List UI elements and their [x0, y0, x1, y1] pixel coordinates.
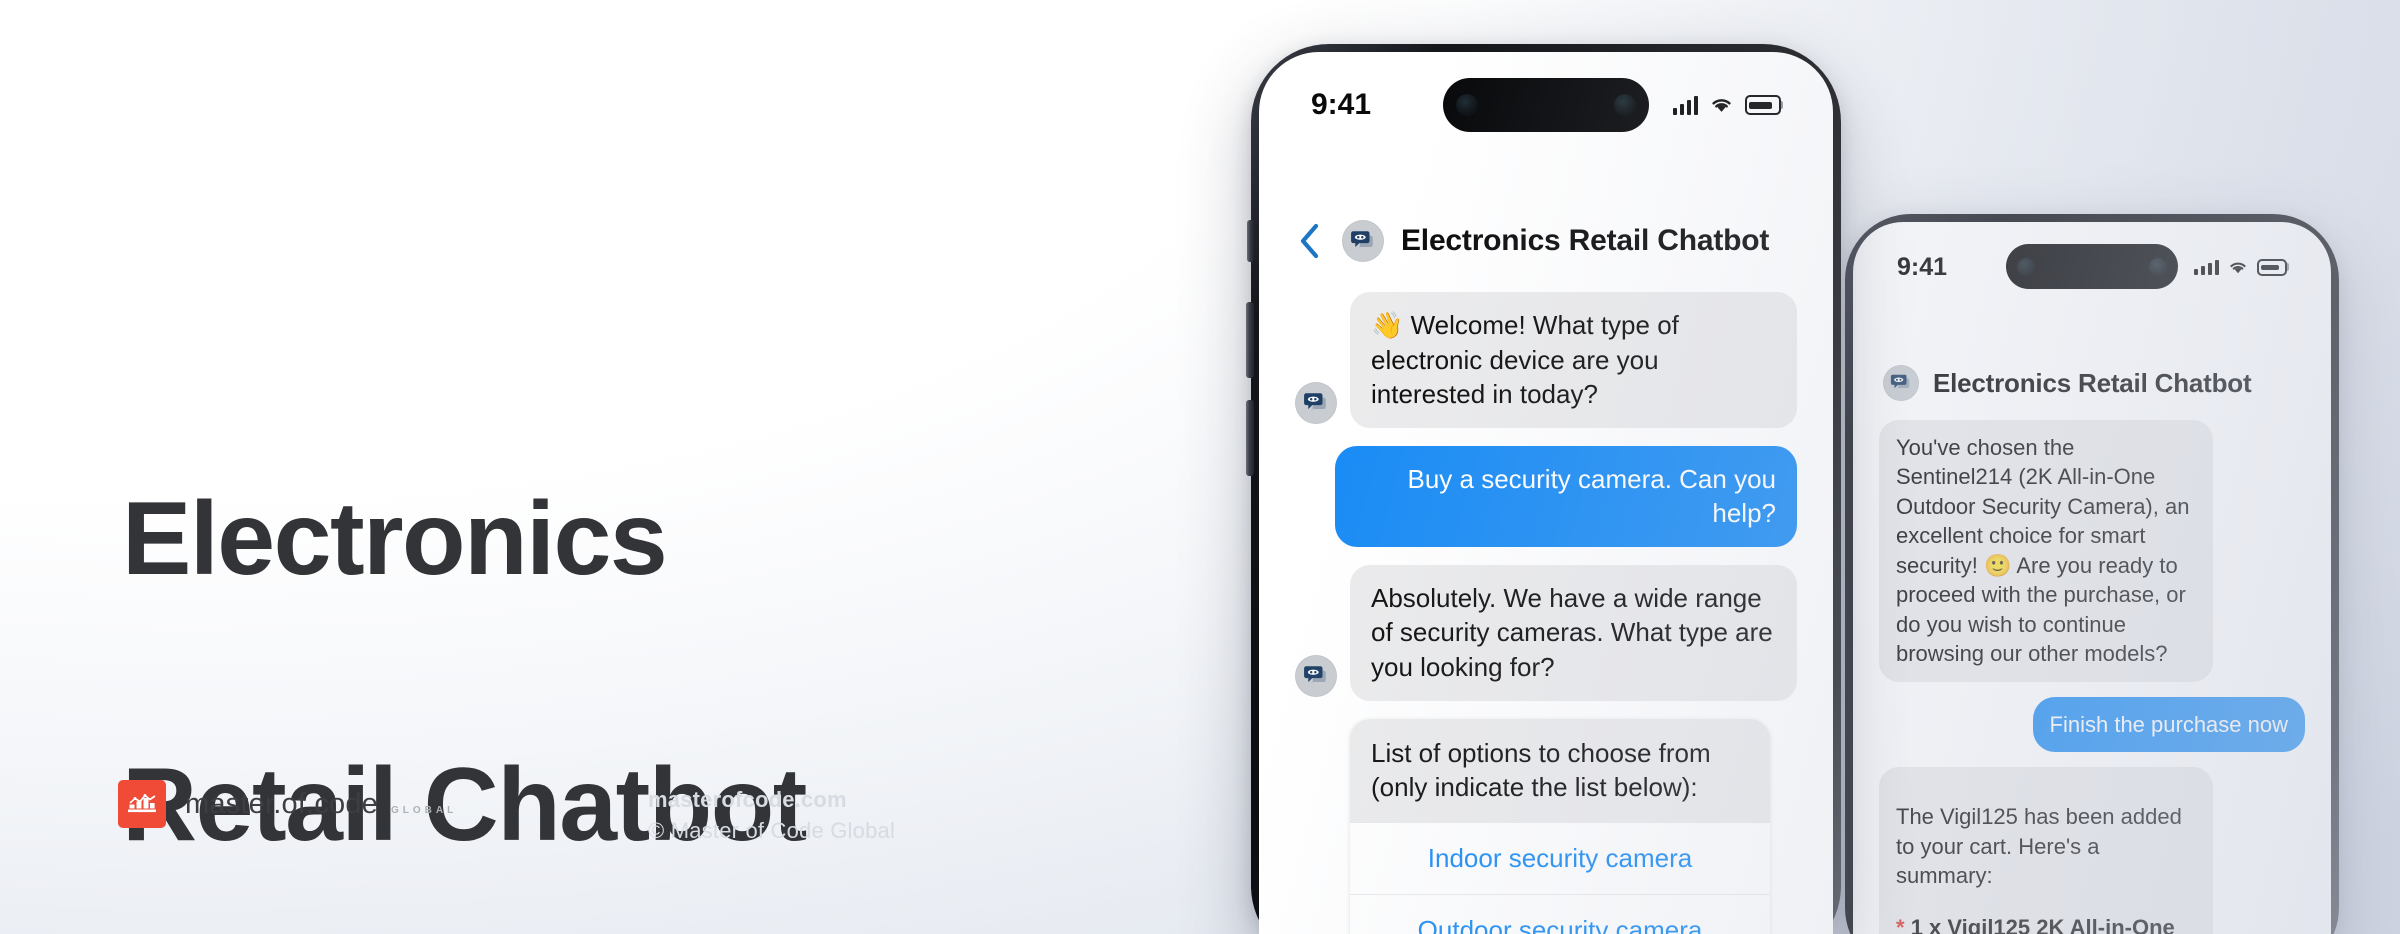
bot-message-bubble: 👋 Welcome! What type of electronic devic…: [1350, 292, 1797, 428]
back-chevron-icon[interactable]: [1295, 221, 1325, 261]
chat-row-user: Buy a security camera. Can you help?: [1295, 445, 1797, 547]
cellular-signal-icon: [1672, 95, 1698, 115]
chat-row-user: Finish the purchase now: [1879, 696, 2305, 753]
phone-mockup-secondary: 9:41 Electronics Retail Chatbot You've c…: [1845, 214, 2339, 934]
watermark: masterofcode.com © Master of Code Global: [648, 784, 895, 846]
chat-header: Electronics Retail Chatbot: [1259, 204, 1833, 278]
chat-thread[interactable]: You've chosen the Sentinel214 (2K All-in…: [1853, 420, 2331, 934]
face-id-sensor-icon: [2149, 257, 2167, 276]
option-outdoor-security-camera[interactable]: Outdoor security camera: [1350, 893, 1770, 934]
front-camera-icon: [2017, 257, 2035, 276]
dynamic-island: [2006, 244, 2178, 289]
brand-logo: master.of.code GLOBAL: [118, 780, 457, 828]
chat-row-options: List of options to choose from (only ind…: [1295, 718, 1797, 934]
silent-switch-button[interactable]: [1247, 220, 1254, 262]
brand-suffix: GLOBAL: [391, 804, 458, 816]
volume-down-button[interactable]: [1246, 400, 1254, 476]
chat-header: Electronics Retail Chatbot: [1853, 352, 2331, 414]
brand-name: master.of.code: [185, 787, 379, 820]
chat-thread[interactable]: 👋 Welcome! What type of electronic devic…: [1259, 292, 1833, 934]
status-clock: 9:41: [1897, 252, 1948, 281]
watermark-site: masterofcode.com: [648, 787, 847, 812]
cart-item: * 1 x Vigil125 2K All-in-One Outdoor Sec…: [1896, 913, 2196, 934]
chatbot-avatar-icon: [1295, 381, 1337, 424]
phone-mockup-primary: 9:41 Electronics Retail Chatbot 👋 Welcom…: [1246, 44, 1841, 934]
option-indoor-security-camera[interactable]: Indoor security camera: [1350, 821, 1770, 894]
chat-row-bot: 👋 Welcome! What type of electronic devic…: [1295, 292, 1797, 428]
battery-full-icon: [2257, 258, 2289, 276]
wifi-icon: [1709, 96, 1734, 114]
user-message-bubble[interactable]: Buy a security camera. Can you help?: [1335, 445, 1797, 547]
wifi-icon: [2228, 260, 2248, 275]
left-panel: Electronics Retail Chatbot master.of.cod…: [0, 0, 1180, 934]
user-message-bubble[interactable]: Finish the purchase now: [2032, 696, 2305, 753]
bullet-asterisk: *: [1896, 914, 1905, 934]
chat-title: Electronics Retail Chatbot: [1933, 367, 2252, 398]
dynamic-island: [1443, 78, 1649, 132]
battery-full-icon: [1745, 95, 1783, 115]
options-card-header: List of options to choose from (only ind…: [1350, 718, 1770, 822]
chatbot-avatar-icon: [1342, 220, 1384, 262]
options-card: List of options to choose from (only ind…: [1350, 718, 1770, 934]
front-camera-icon: [1456, 94, 1478, 116]
page-title-line-1: Electronics: [122, 481, 668, 598]
hero-banner: Electronics Retail Chatbot master.of.cod…: [0, 0, 2400, 934]
bot-message-bubble: Absolutely. We have a wide range of secu…: [1350, 564, 1797, 701]
chatbot-avatar-icon: [1295, 654, 1337, 697]
chart-bars-icon: [118, 780, 166, 828]
watermark-copyright: © Master of Code Global: [648, 818, 896, 844]
face-id-sensor-icon: [1614, 94, 1636, 116]
status-clock: 9:41: [1311, 88, 1372, 121]
cellular-signal-icon: [2193, 259, 2219, 275]
chatbot-avatar-icon: [1883, 365, 1919, 401]
cart-summary-bubble: The Vigil125 has been added to your cart…: [1879, 767, 2213, 934]
chat-row-cart-summary: The Vigil125 has been added to your cart…: [1879, 767, 2305, 934]
chat-title: Electronics Retail Chatbot: [1401, 224, 1770, 257]
chat-row-bot: Absolutely. We have a wide range of secu…: [1295, 564, 1797, 701]
phone-screen: 9:41: [1853, 222, 2331, 934]
volume-up-button[interactable]: [1246, 302, 1254, 378]
cart-intro: The Vigil125 has been added to your cart…: [1896, 804, 2182, 889]
cart-item-text: 1 x Vigil125 2K All-in-One Outdoor Secur…: [1910, 914, 2175, 934]
bot-message-bubble: You've chosen the Sentinel214 (2K All-in…: [1879, 420, 2213, 682]
chat-row-bot: You've chosen the Sentinel214 (2K All-in…: [1879, 420, 2305, 682]
phone-screen: 9:41: [1259, 52, 1833, 934]
